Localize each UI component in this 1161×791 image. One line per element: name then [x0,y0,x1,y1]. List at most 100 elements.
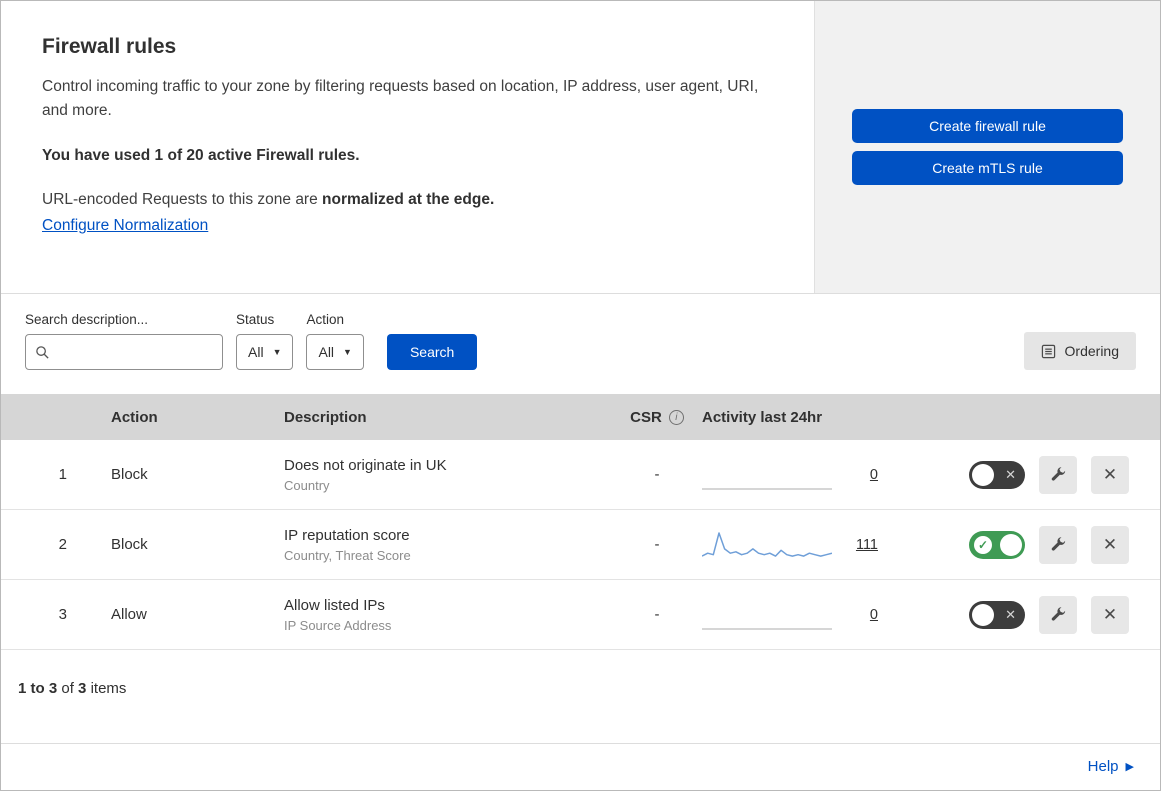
header-section: Firewall rules Control incoming traffic … [1,1,1160,294]
filter-bar: Search description... Status All ▼ Actio… [1,294,1160,394]
delete-rule-button[interactable]: ✕ [1091,455,1129,494]
action-dropdown-value: All [318,344,335,360]
normalization-text: URL-encoded Requests to this zone are [42,191,323,209]
pagination-of: of [61,680,74,697]
pagination-items: items [90,680,127,697]
search-input[interactable] [57,343,213,361]
column-action: Action [111,408,158,426]
delete-rule-button[interactable]: ✕ [1091,525,1129,564]
header-text-block: Firewall rules Control incoming traffic … [1,1,814,293]
arrow-right-icon: ▶ [1125,761,1134,773]
column-description: Description [284,408,367,426]
rule-csr-value: - [654,466,660,483]
x-icon: ✕ [1005,466,1016,482]
rule-description: Allow listed IPs IP Source Address [284,597,612,633]
row-number: 3 [58,606,67,623]
close-icon: ✕ [1102,604,1118,624]
edit-rule-button[interactable] [1039,525,1077,564]
rule-csr-value: - [654,536,660,553]
activity-count-link[interactable]: 0 [852,467,878,483]
rule-action: Block [111,466,148,483]
pagination-summary: 1 to 3 of 3 items [1,650,1160,743]
chevron-down-icon: ▼ [343,347,352,357]
close-icon: ✕ [1102,464,1118,484]
toggle-knob [1000,533,1022,556]
row-number: 1 [58,466,67,483]
activity-count-link[interactable]: 0 [852,607,878,623]
chevron-down-icon: ▼ [272,347,282,357]
activity-sparkline [702,458,832,492]
rule-activity: 0 [702,598,967,632]
edit-rule-button[interactable] [1039,595,1077,634]
actions-panel: Create firewall rule Create mTLS rule [814,1,1160,293]
rule-enabled-toggle[interactable]: ✓ ✕ [969,460,1025,489]
search-button[interactable]: Search [386,334,478,370]
row-number: 2 [58,536,67,553]
toggle-knob [972,463,994,486]
close-icon: ✕ [1102,534,1118,554]
rule-activity: 111 [701,528,967,562]
create-firewall-rule-button[interactable]: Create firewall rule [852,109,1123,143]
rule-controls: ✓ ✕ ✕ [967,455,1160,494]
rule-fields: Country [284,477,330,493]
table-header: Action Description CSR i Activity last 2… [1,394,1160,440]
rule-fields: IP Source Address [284,617,392,633]
rule-activity: 0 [702,458,967,492]
pagination-range: 1 to 3 [18,680,58,697]
toggle-knob [972,603,994,626]
usage-summary: You have used 1 of 20 active Firewall ru… [42,147,360,165]
status-dropdown[interactable]: All ▼ [236,334,294,370]
create-mtls-rule-button[interactable]: Create mTLS rule [852,151,1123,185]
rule-fields: Country, Threat Score [284,547,411,563]
rule-action: Allow [111,606,147,623]
activity-sparkline [701,528,833,562]
status-label: Status [236,312,275,327]
column-csr: CSR i [612,409,702,426]
activity-sparkline [702,598,832,632]
pagination-total: 3 [78,680,87,697]
help-link-label: Help [1087,758,1119,775]
column-activity: Activity last 24hr [702,408,823,426]
search-input-wrapper[interactable] [25,334,223,370]
wrench-icon [1049,536,1067,554]
rule-description-text: IP reputation score [284,526,410,544]
search-icon [35,345,50,360]
normalization-note: URL-encoded Requests to this zone are no… [42,191,774,209]
help-link[interactable]: Help ▶ [1088,758,1134,775]
table-row: 2 Block IP reputation score Country, Thr… [1,510,1160,580]
wrench-icon [1049,466,1067,484]
activity-count-link[interactable]: 111 [852,537,878,553]
search-label: Search description... [25,312,149,327]
table-row: 3 Allow Allow listed IPs IP Source Addre… [1,580,1160,650]
table-row: 1 Block Does not originate in UK Country… [1,440,1160,510]
rule-enabled-toggle[interactable]: ✓ ✕ [969,530,1025,559]
status-dropdown-value: All [248,344,264,360]
rule-description-text: Allow listed IPs [284,596,385,614]
delete-rule-button[interactable]: ✕ [1091,595,1129,634]
action-label: Action [306,312,345,327]
page-description: Control incoming traffic to your zone by… [42,78,759,120]
rule-enabled-toggle[interactable]: ✓ ✕ [969,600,1025,629]
info-icon[interactable]: i [668,409,684,425]
action-filter-group: Action All ▼ [306,312,364,370]
ordering-button[interactable]: Ordering [1023,332,1136,370]
rule-controls: ✓ ✕ ✕ [967,595,1160,634]
page-title: Firewall rules [42,35,177,58]
configure-normalization-link[interactable]: Configure Normalization [42,217,208,234]
rule-description-text: Does not originate in UK [284,456,447,474]
normalization-bold: normalized at the edge. [322,191,495,209]
ordering-button-label: Ordering [1064,343,1119,359]
action-dropdown[interactable]: All ▼ [306,334,364,370]
x-icon: ✕ [1005,606,1016,622]
wrench-icon [1049,606,1067,624]
rule-controls: ✓ ✕ ✕ [967,525,1160,564]
check-icon: ✓ [974,535,992,554]
rule-description: IP reputation score Country, Threat Scor… [284,527,612,563]
help-bar: Help ▶ [1,743,1160,790]
edit-rule-button[interactable] [1039,455,1077,494]
status-filter-group: Status All ▼ [236,312,294,370]
ordering-list-icon [1041,344,1056,359]
column-csr-label: CSR [630,408,662,426]
firewall-rules-page: Firewall rules Control incoming traffic … [0,0,1161,791]
rule-description: Does not originate in UK Country [284,457,612,493]
